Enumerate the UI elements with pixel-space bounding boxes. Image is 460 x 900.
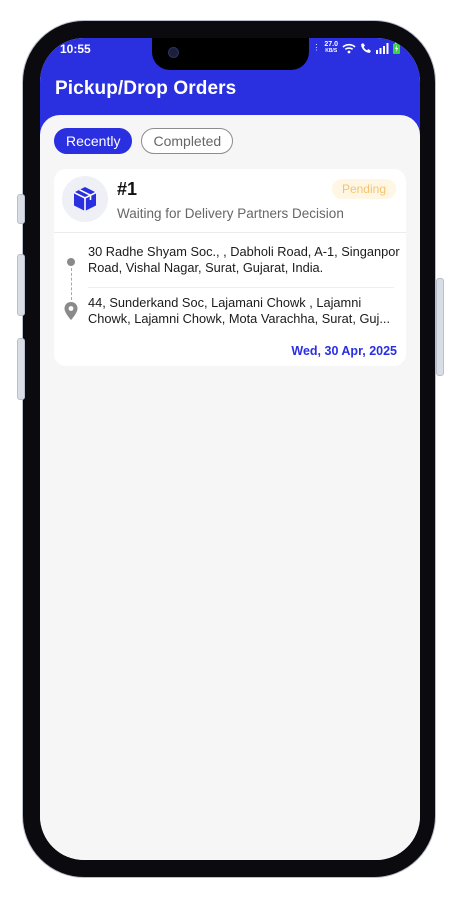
status-time: 10:55 — [60, 42, 91, 56]
order-status-text: Waiting for Delivery Partners Decision — [117, 206, 344, 221]
pickup-dot-icon — [67, 258, 75, 266]
drop-address-line-1: 44, Sunderkand Soc, Lajamani Chowk , Laj… — [88, 295, 362, 310]
status-badge: Pending — [331, 179, 396, 199]
camera-icon — [168, 47, 179, 58]
signal-icon — [376, 42, 389, 54]
order-card[interactable]: #1 Waiting for Delivery Partners Decisio… — [54, 169, 406, 366]
order-tabs: Recently Completed — [54, 128, 234, 154]
order-avatar — [62, 176, 108, 222]
network-speed: 27.0 KB/S — [324, 41, 338, 54]
tab-recently[interactable]: Recently — [54, 128, 133, 154]
page-title: Pickup/Drop Orders — [55, 78, 237, 99]
location-pin-icon — [64, 302, 78, 320]
order-date: Wed, 30 Apr, 2025 — [291, 344, 397, 358]
phone-volume-down-button — [17, 338, 25, 400]
status-icons: ⋮ 27.0 KB/S — [312, 41, 400, 55]
phone-volume-up-button — [17, 254, 25, 316]
pickup-address: 30 Radhe Shyam Soc., , Dabholi Road, A-1… — [88, 244, 400, 275]
dots-icon: ⋮ — [312, 43, 321, 52]
order-route: 30 Radhe Shyam Soc., , Dabholi Road, A-1… — [54, 232, 406, 366]
main-content: Recently Completed #1 Waiting for Delive… — [40, 115, 420, 860]
wifi-icon — [342, 43, 356, 53]
address-divider — [88, 287, 394, 288]
call-icon — [361, 43, 371, 53]
route-line — [70, 268, 72, 300]
phone-power-button — [436, 278, 444, 376]
order-card-header: #1 Waiting for Delivery Partners Decisio… — [54, 169, 406, 233]
drop-address: 44, Sunderkand Soc, Lajamani Chowk , Laj… — [88, 295, 400, 327]
drop-address-line-2: Chowk, Lajamni Chowk, Mota Varachha, Sur… — [88, 311, 391, 326]
phone-notch — [152, 38, 309, 70]
phone-side-button — [17, 194, 25, 224]
battery-icon — [393, 42, 400, 54]
tab-completed[interactable]: Completed — [141, 128, 234, 154]
package-icon — [73, 187, 97, 211]
phone-screen: 10:55 ⋮ 27.0 KB/S Pickup/Drop Orders Rec… — [40, 38, 420, 860]
order-id: #1 — [117, 179, 138, 199]
